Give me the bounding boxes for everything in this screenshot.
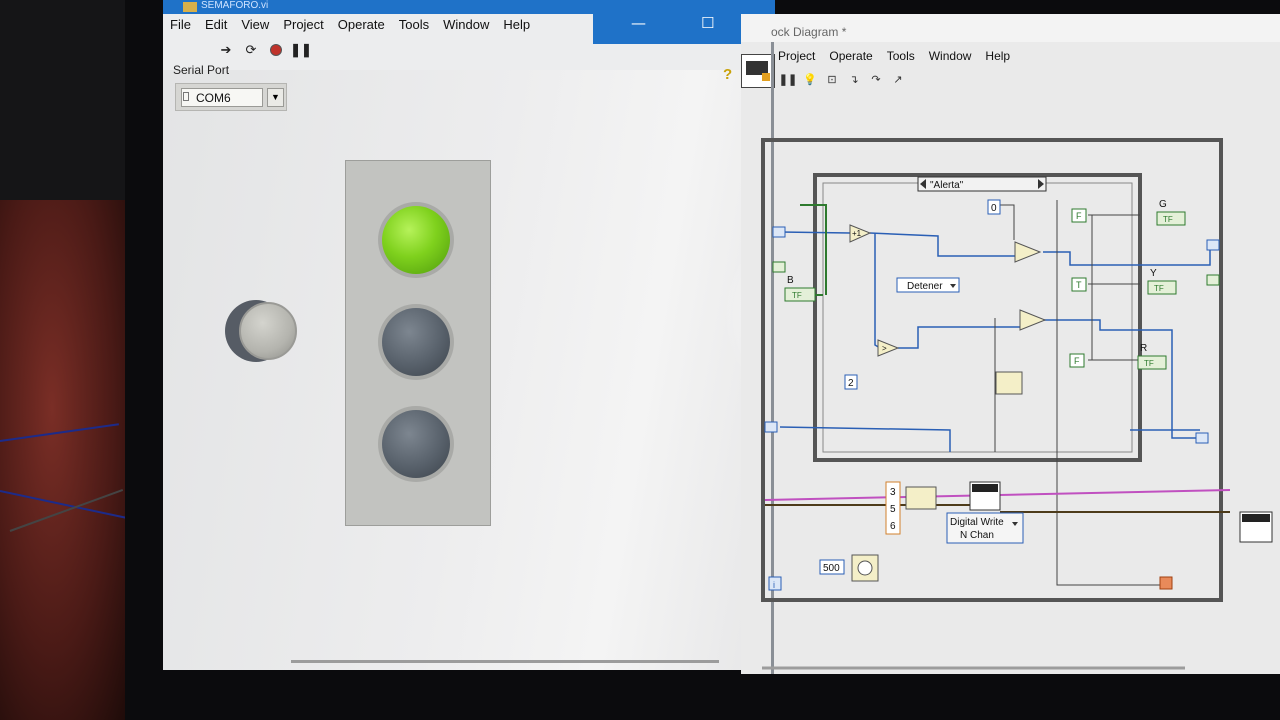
vi-connector-icon[interactable] (741, 54, 775, 88)
menu-window[interactable]: Window (436, 14, 496, 40)
red-lamp-indicator (382, 410, 450, 478)
svg-text:6: 6 (890, 521, 896, 532)
front-panel-horizontal-scrollbar[interactable] (291, 660, 719, 663)
front-panel-window: SEMAFORO.vi — ☐ ✕ File Edit View Project… (163, 0, 775, 670)
svg-text:TF: TF (1144, 359, 1154, 368)
bd-menu-window[interactable]: Window (922, 46, 979, 66)
run-continuously-icon[interactable]: ⟳ (243, 42, 259, 58)
pause-icon[interactable]: ❚❚ (290, 42, 312, 58)
menu-operate[interactable]: Operate (331, 14, 392, 40)
greater-than-node[interactable] (877, 339, 900, 357)
block-diagram-toolbar: ❚❚ 💡 ⊡ ↴ ↷ ↗ (779, 72, 905, 86)
bd-menu-tools[interactable]: Tools (880, 46, 922, 66)
svg-text:F: F (1074, 356, 1080, 366)
front-panel-toolbar: ➔ ⟳ ❚❚ (218, 42, 312, 58)
step-into-icon[interactable]: ↴ (847, 72, 861, 86)
front-panel-menubar: File Edit View Project Operate Tools Win… (163, 14, 537, 40)
screen-photo: SEMAFORO.vi — ☐ ✕ File Edit View Project… (0, 0, 1280, 720)
step-out-icon[interactable]: ↗ (891, 72, 905, 86)
loop-condition-terminal[interactable] (1159, 576, 1173, 590)
maximize-icon[interactable]: ☐ (701, 14, 714, 32)
build-cluster-node[interactable] (905, 486, 937, 510)
green-lamp-indicator (382, 206, 450, 274)
abort-icon[interactable] (268, 42, 284, 58)
run-arrow-icon[interactable]: ➔ (218, 42, 234, 58)
svg-text:3: 3 (890, 487, 896, 498)
shift-register-left-2[interactable] (764, 421, 778, 433)
select-node-1[interactable] (1014, 241, 1042, 263)
green-indicator-label: G (1159, 199, 1167, 210)
svg-text:Detener: Detener (907, 281, 943, 292)
pin-array-constant[interactable]: 3 5 6 (885, 481, 901, 535)
step-over-icon[interactable]: ↷ (869, 72, 883, 86)
svg-text:i: i (773, 580, 775, 590)
red-indicator-label: R (1140, 343, 1147, 354)
traffic-light-housing (345, 160, 491, 526)
bd-menu-help[interactable]: Help (978, 46, 1017, 66)
build-array-node[interactable] (995, 371, 1023, 395)
front-panel-titlebar[interactable]: SEMAFORO.vi (163, 0, 775, 14)
front-panel-title: SEMAFORO.vi (201, 0, 269, 11)
serial-port-field[interactable]: COM6 (181, 88, 263, 107)
block-diagram-titlebar[interactable]: ock Diagram * (741, 14, 1280, 42)
case-selector[interactable]: "Alerta" (917, 176, 1047, 192)
serial-port-label: Serial Port (173, 63, 230, 77)
stop-button-face[interactable] (239, 302, 297, 360)
menu-edit[interactable]: Edit (198, 14, 234, 40)
shift-register-left[interactable] (772, 226, 786, 238)
highlight-execution-icon[interactable]: 💡 (803, 72, 817, 86)
svg-text:TF: TF (1163, 215, 1173, 224)
button-tunnel[interactable] (772, 261, 786, 273)
bd-menu-project[interactable]: Project (771, 46, 822, 66)
svg-text:TF: TF (1154, 284, 1164, 293)
pause-icon[interactable]: ❚❚ (779, 72, 797, 86)
svg-text:5: 5 (890, 504, 896, 515)
svg-text:Digital Write: Digital Write (950, 517, 1004, 528)
svg-text:F: F (1076, 211, 1082, 221)
visa-resource-icon (183, 92, 189, 101)
context-help-icon[interactable]: ? (723, 66, 732, 83)
menu-view[interactable]: View (234, 14, 276, 40)
block-diagram-canvas: "Alerta" B TF +1 > 2 0 Detener F T F G T… (761, 138, 1273, 670)
block-diagram-menubar: Project Operate Tools Window Help (771, 46, 1017, 66)
button-label: B (787, 275, 794, 286)
bd-menu-operate[interactable]: Operate (822, 46, 879, 66)
dropdown-arrow-icon[interactable]: ▼ (267, 88, 284, 107)
menu-tools[interactable]: Tools (392, 14, 436, 40)
serial-port-control[interactable]: COM6 ▼ (175, 83, 287, 111)
menu-project[interactable]: Project (276, 14, 330, 40)
menu-help[interactable]: Help (496, 14, 537, 40)
menu-file[interactable]: File (163, 14, 198, 40)
yellow-indicator-label: Y (1150, 268, 1157, 279)
select-node-2[interactable] (1019, 309, 1047, 331)
enum-constant-detener[interactable]: Detener (896, 277, 960, 293)
block-diagram-title: ock Diagram * (771, 25, 847, 39)
retain-wire-values-icon[interactable]: ⊡ (825, 72, 839, 86)
case-selector-label: "Alerta" (930, 180, 964, 191)
iteration-terminal (768, 576, 782, 591)
svg-text:TF: TF (792, 291, 802, 300)
shift-register-right[interactable] (1206, 239, 1220, 251)
case-structure[interactable] (813, 173, 1142, 462)
svg-text:500: 500 (823, 563, 840, 574)
labview-vi-icon (183, 2, 197, 12)
stop-button[interactable] (225, 296, 301, 368)
digital-write-polymorphic-selector[interactable]: Digital Write N Chan (946, 512, 1024, 544)
clock-icon (857, 560, 873, 576)
svg-text:+1: +1 (852, 229, 862, 238)
yellow-lamp-indicator (382, 308, 450, 376)
svg-text:>: > (882, 344, 887, 353)
svg-text:T: T (1076, 280, 1082, 290)
dark-background (0, 0, 130, 200)
svg-text:N Chan: N Chan (960, 530, 994, 541)
svg-text:2: 2 (848, 378, 854, 389)
svg-text:0: 0 (991, 203, 997, 214)
desk-surface (0, 200, 130, 720)
serial-port-value: COM6 (196, 91, 231, 105)
minimize-icon[interactable]: — (631, 14, 646, 32)
